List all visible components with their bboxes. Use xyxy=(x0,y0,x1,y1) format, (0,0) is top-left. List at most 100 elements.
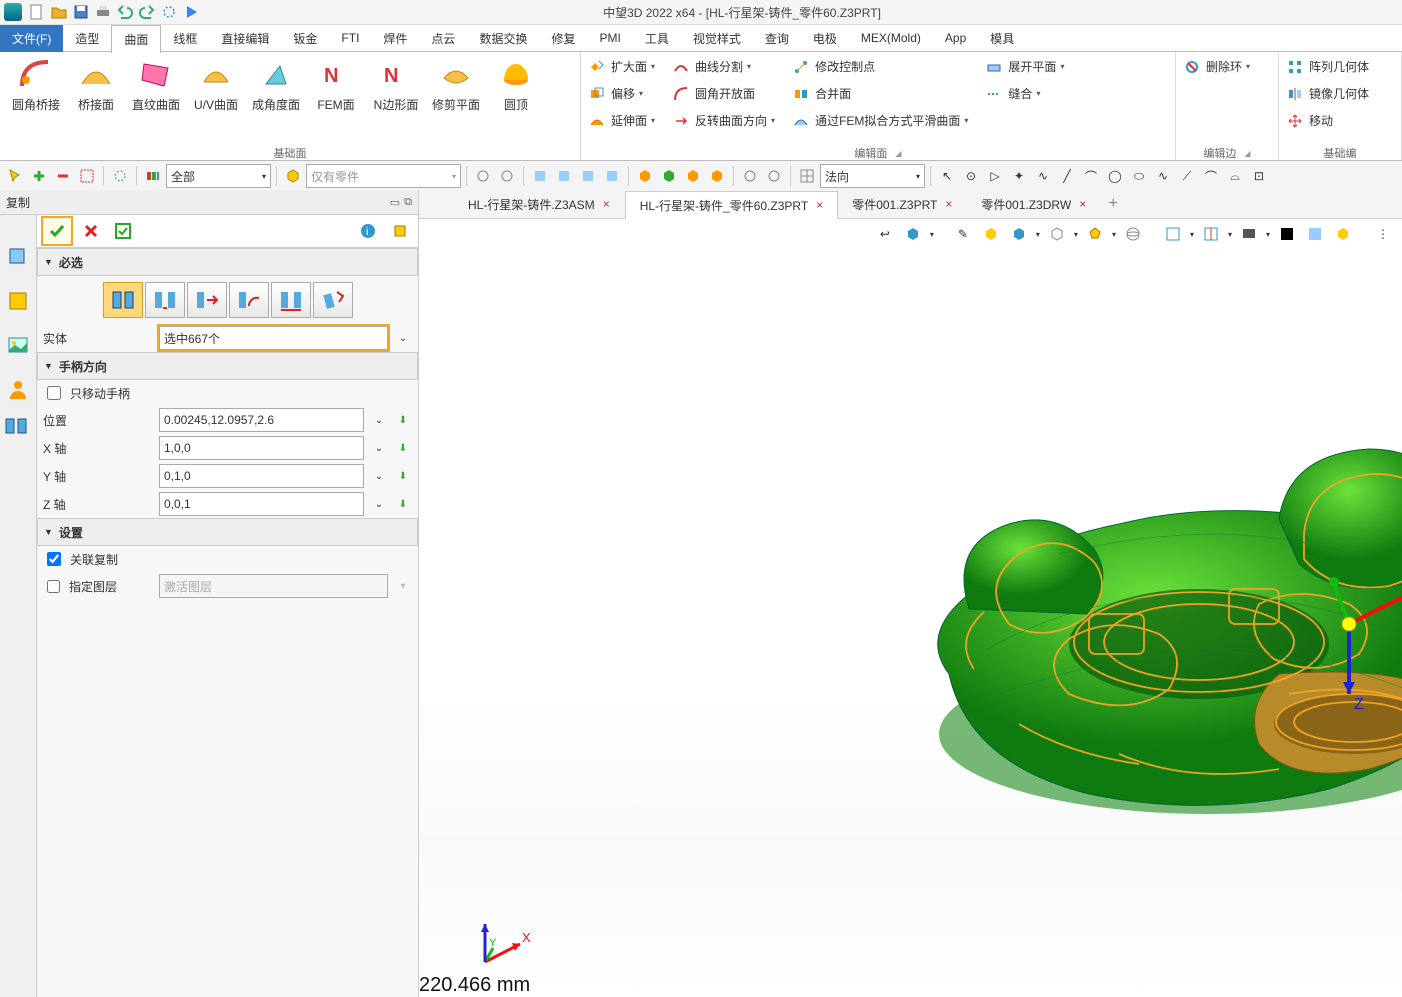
menu-visual[interactable]: 视觉样式 xyxy=(681,25,753,52)
tb-box-icon[interactable] xyxy=(282,165,304,187)
y-pick[interactable]: ⬇ xyxy=(394,465,412,487)
section-required[interactable]: ▼必选 xyxy=(37,248,418,276)
menu-surface[interactable]: 曲面 xyxy=(111,25,161,53)
menu-mold[interactable]: 模具 xyxy=(978,25,1026,52)
tab-close-icon[interactable]: × xyxy=(603,197,610,211)
menu-mex[interactable]: MEX(Mold) xyxy=(849,26,933,50)
vb-sphere-icon[interactable] xyxy=(1122,223,1144,245)
tb-t4-icon[interactable]: ∿ xyxy=(1032,165,1054,187)
vb-sq2-icon[interactable] xyxy=(1200,223,1222,245)
tb-t2-icon[interactable]: ▷ xyxy=(984,165,1006,187)
tb-a3-icon[interactable] xyxy=(577,165,599,187)
entity-field[interactable]: 选中667个 xyxy=(159,326,388,350)
qat-target-icon[interactable] xyxy=(158,2,180,22)
tb-t10-icon[interactable]: ⟋ xyxy=(1176,165,1198,187)
vtab-box-icon[interactable] xyxy=(6,289,30,313)
tb-lasso-icon[interactable] xyxy=(109,165,131,187)
qat-save-icon[interactable] xyxy=(70,2,92,22)
tab-close-icon[interactable]: × xyxy=(945,197,952,211)
tb-add-icon[interactable] xyxy=(28,165,50,187)
mode-opt-3[interactable] xyxy=(187,282,227,318)
panel-close-icon[interactable]: ⧉ xyxy=(404,196,412,209)
vb-pencil-icon[interactable]: ✎ xyxy=(952,223,974,245)
tb-filter-icon[interactable] xyxy=(142,165,164,187)
tb-t9-icon[interactable]: ∿ xyxy=(1152,165,1174,187)
tb-cube3-icon[interactable] xyxy=(682,165,704,187)
tb-cursor-icon[interactable] xyxy=(4,165,26,187)
menu-pmi[interactable]: PMI xyxy=(587,26,632,50)
menu-electrode[interactable]: 电极 xyxy=(801,25,849,52)
viewport[interactable]: X Z Z X Y 220.466 mm xyxy=(419,249,1402,997)
y-dd[interactable]: ⌄ xyxy=(370,465,388,487)
vtab-parts-icon[interactable] xyxy=(4,415,32,437)
vb-grad-icon[interactable] xyxy=(1304,223,1326,245)
pos-dd[interactable]: ⌄ xyxy=(370,409,388,431)
cmd-expand-button[interactable] xyxy=(386,218,414,244)
section-settings[interactable]: ▼设置 xyxy=(37,518,418,546)
btn-smooth-fem[interactable]: 通过FEM拟合方式平滑曲面▾ xyxy=(791,108,974,133)
section-handle[interactable]: ▼手柄方向 xyxy=(37,352,418,380)
btn-mirror-geom[interactable]: 镜像几何体 xyxy=(1285,81,1375,106)
btn-nside-face[interactable]: NN边形面 xyxy=(366,54,426,117)
tb-t5-icon[interactable]: ╱ xyxy=(1056,165,1078,187)
tab-close-icon[interactable]: × xyxy=(1079,197,1086,211)
btn-merge-face[interactable]: 合并面 xyxy=(791,81,974,106)
x-dd[interactable]: ⌄ xyxy=(370,437,388,459)
vb-sq1-icon[interactable] xyxy=(1162,223,1184,245)
menu-dataexchange[interactable]: 数据交换 xyxy=(467,25,539,52)
assoc-copy-check[interactable] xyxy=(47,552,61,566)
tb-select-icon[interactable] xyxy=(76,165,98,187)
filter-combo[interactable]: 全部▾ xyxy=(166,164,271,188)
menu-tools[interactable]: 工具 xyxy=(633,25,681,52)
tb-t6-icon[interactable]: ⌒ xyxy=(1080,165,1102,187)
tb-grid-icon[interactable] xyxy=(796,165,818,187)
tab-close-icon[interactable]: × xyxy=(816,198,823,212)
tb-t3-icon[interactable]: ✦ xyxy=(1008,165,1030,187)
cmd-info-button[interactable]: i xyxy=(354,218,382,244)
y-field[interactable]: 0,1,0 xyxy=(159,464,364,488)
doctab-2[interactable]: 零件001.Z3PRT× xyxy=(838,191,967,217)
btn-ruled-surface[interactable]: 直纹曲面 xyxy=(126,54,186,117)
doctab-1[interactable]: HL-行星架-铸件_零件60.Z3PRT× xyxy=(625,191,839,219)
z-dd[interactable]: ⌄ xyxy=(370,493,388,515)
tb-link2-icon[interactable] xyxy=(496,165,518,187)
mode-opt-5[interactable] xyxy=(271,282,311,318)
vb-black-icon[interactable] xyxy=(1276,223,1298,245)
spec-layer-check[interactable] xyxy=(47,580,60,593)
doctab-0[interactable]: HL-行星架-铸件.Z3ASM× xyxy=(454,191,625,217)
mode-opt-1[interactable] xyxy=(103,282,143,318)
vtab-image-icon[interactable] xyxy=(6,333,30,357)
tb-remove-icon[interactable] xyxy=(52,165,74,187)
vtab-user-icon[interactable] xyxy=(6,377,30,401)
tb-t7-icon[interactable]: ◯ xyxy=(1104,165,1126,187)
btn-extend-face[interactable]: 延伸面▾ xyxy=(587,108,661,133)
menu-wireframe[interactable]: 线框 xyxy=(161,25,209,52)
new-tab-button[interactable]: + xyxy=(1101,195,1125,213)
btn-unfold-plane[interactable]: 展开平面▾ xyxy=(984,54,1070,79)
qat-undo-icon[interactable] xyxy=(114,2,136,22)
vb-screen-icon[interactable] xyxy=(1238,223,1260,245)
qat-redo-icon[interactable] xyxy=(136,2,158,22)
tb-arrow-icon[interactable]: ↖ xyxy=(936,165,958,187)
vb-poly-icon[interactable] xyxy=(1084,223,1106,245)
vb-cube2-icon[interactable] xyxy=(980,223,1002,245)
tb-t11-icon[interactable]: ⌒ xyxy=(1200,165,1222,187)
vb-back-icon[interactable]: ↩ xyxy=(874,223,896,245)
entity-expand[interactable]: ⌄ xyxy=(394,327,412,349)
vb-menu-icon[interactable]: ⋮ xyxy=(1372,223,1394,245)
btn-bridge-face[interactable]: 桥接面 xyxy=(66,54,126,117)
tb-cube2-icon[interactable] xyxy=(658,165,680,187)
qat-print-icon[interactable] xyxy=(92,2,114,22)
tb-t1-icon[interactable]: ⊙ xyxy=(960,165,982,187)
btn-curve-split[interactable]: 曲线分割▾ xyxy=(671,54,781,79)
btn-offset[interactable]: 偏移▾ xyxy=(587,81,661,106)
mode-opt-4[interactable] xyxy=(229,282,269,318)
btn-move[interactable]: 移动 xyxy=(1285,108,1375,133)
btn-pattern-geom[interactable]: 阵列几何体 xyxy=(1285,54,1375,79)
x-pick[interactable]: ⬇ xyxy=(394,437,412,459)
btn-trim-plane[interactable]: 修剪平面 xyxy=(426,54,486,117)
cmd-apply-button[interactable] xyxy=(109,218,137,244)
btn-delete-loop[interactable]: 删除环▾ xyxy=(1182,54,1256,79)
doctab-3[interactable]: 零件001.Z3DRW× xyxy=(967,191,1101,217)
group-expand-icon[interactable]: ◢ xyxy=(1244,149,1250,158)
